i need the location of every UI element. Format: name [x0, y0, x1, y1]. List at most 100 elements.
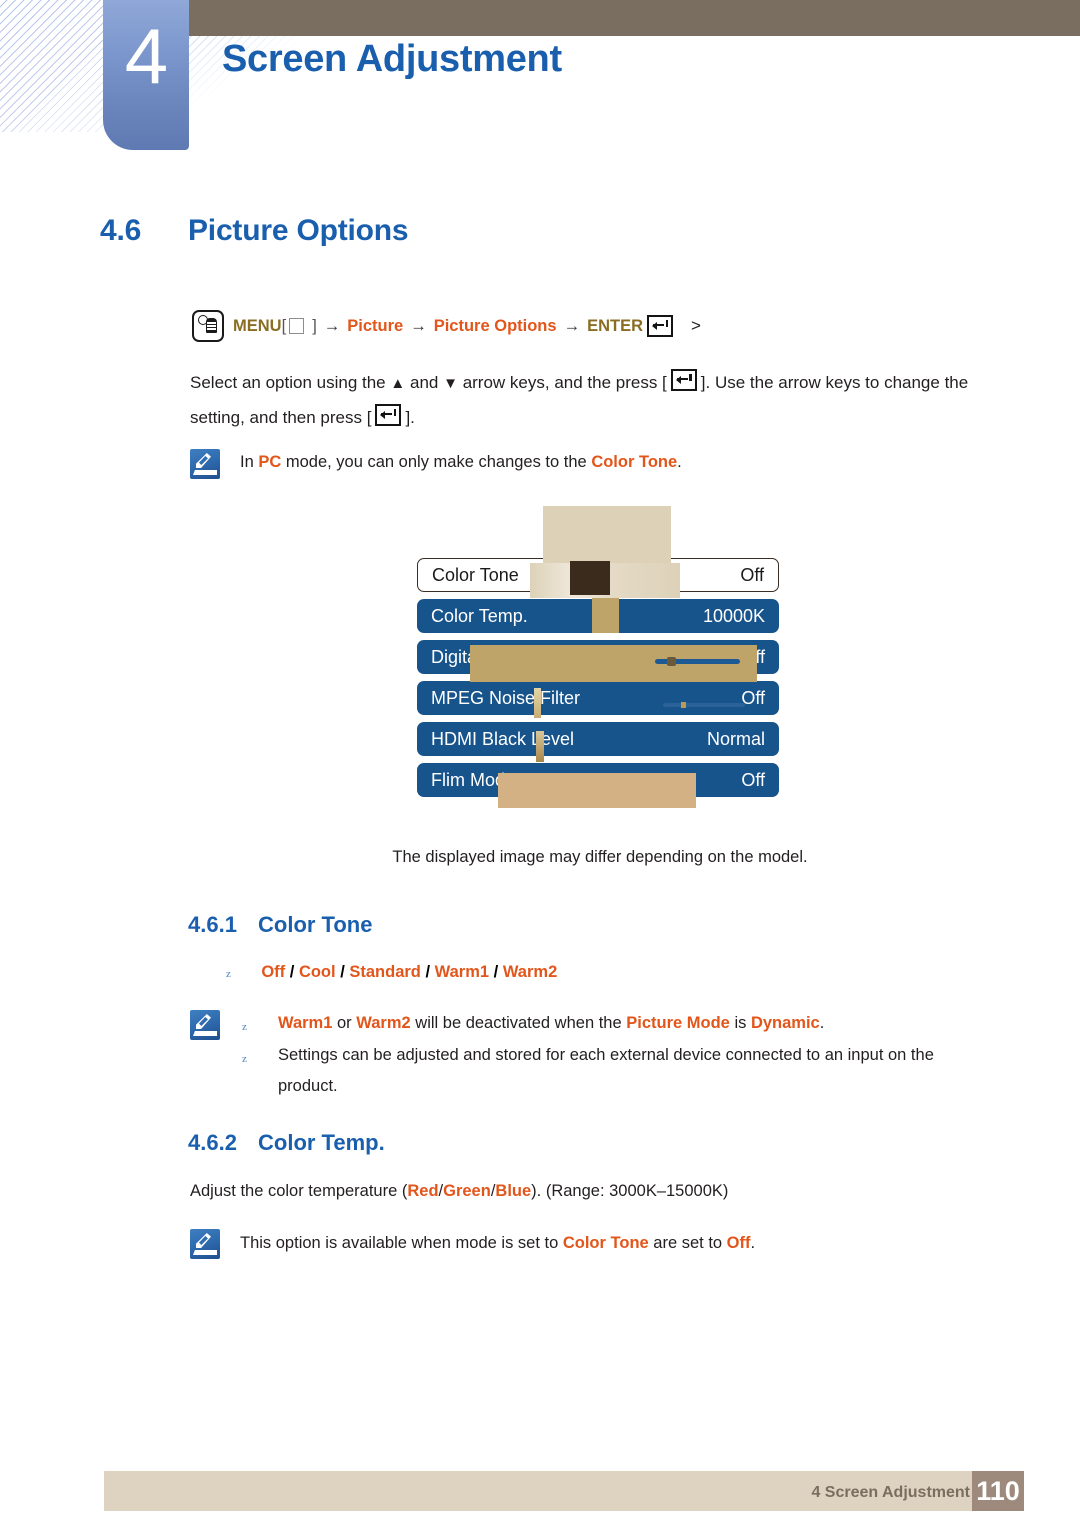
note-pen-icon [190, 449, 220, 479]
section-number: 4.6 [100, 214, 142, 247]
subsection-2-title: Color Temp. [258, 1130, 385, 1155]
list-bullet: z [242, 1021, 247, 1033]
header-bar [180, 0, 1080, 36]
square-key-icon [289, 318, 305, 334]
osd-row-value: Off [741, 687, 765, 708]
breadcrumb: MENU [ ] → Picture → Picture Options → E… [192, 310, 1012, 342]
subsection-1-notes: z Warm1 or Warm2 will be deactivated whe… [242, 1008, 1002, 1102]
arrow-down-icon: ▼ [443, 375, 458, 392]
list-bullet: z [242, 1053, 247, 1065]
note-run: This option is available when mode is se… [240, 1234, 563, 1252]
osd-row-value: Off [741, 769, 765, 790]
instruction-line2-b: ]. [405, 408, 415, 427]
note-text: Warm1 or Warm2 will be deactivated when … [278, 1008, 1002, 1039]
hand-press-icon [192, 310, 224, 342]
osd-row-label: Flim Mode [431, 769, 516, 790]
body-run: Red [407, 1182, 439, 1200]
color-tone-option: Warm1 [434, 963, 490, 981]
body-run: Adjust the color temperature ( [190, 1182, 408, 1200]
note-run: . [750, 1234, 756, 1252]
osd-row-value: Normal [706, 728, 765, 749]
note-pc-c: . [677, 453, 682, 471]
note-item: z Warm1 or Warm2 will be deactivated whe… [242, 1008, 1002, 1039]
color-tone-option: Warm2 [502, 963, 558, 981]
color-tone-option: / [285, 963, 299, 981]
subsection-2-body: Adjust the color temperature (Red/Green/… [190, 1182, 1010, 1201]
color-tone-option: / [420, 963, 435, 981]
osd-row-value: Off [740, 564, 764, 585]
instruction-line1-c: arrow keys, and the press [ [462, 373, 667, 392]
osd-row[interactable]: HDMI Black Level Normal [417, 722, 779, 756]
osd-menu: Color Tone Off Color Temp. 10000K Digital No… [417, 558, 779, 804]
breadcrumb-close-bracket: ] [312, 316, 317, 335]
enter-key-icon [647, 315, 673, 337]
instruction-paragraph: Select an option using the ▲ and ▼ arrow… [190, 366, 1010, 435]
osd-row[interactable]: MPEG Noise Filter Off [417, 681, 779, 715]
subsection-1-title: Color Tone [258, 912, 373, 937]
breadcrumb-open-bracket: [ [281, 316, 287, 335]
breadcrumb-arrow-1: → [323, 316, 341, 335]
subsection-2-note: This option is available when mode is se… [240, 1228, 1000, 1259]
breadcrumb-arrow-3: → [563, 316, 581, 335]
note-run: Settings can be adjusted and stored for … [278, 1046, 934, 1095]
breadcrumb-step-picture-options: Picture Options [433, 316, 557, 335]
note-run: Warm1 [278, 1014, 333, 1032]
note-pc-color-tone: Color Tone [591, 453, 678, 471]
osd-row[interactable]: Color Tone Off [417, 558, 779, 592]
note-run: or [332, 1014, 357, 1032]
breadcrumb-step-enter: ENTER [587, 316, 643, 335]
note-pc-mode: In PC mode, you can only make changes to… [240, 447, 1000, 478]
section-title: Picture Options [188, 214, 409, 247]
note-pc-keyword: PC [258, 453, 282, 471]
osd-row-value: 10000K [702, 605, 765, 626]
enter-key-icon [670, 369, 697, 391]
note-run: Off [726, 1234, 751, 1252]
list-bullet: z [226, 968, 231, 980]
note-run: Warm2 [356, 1014, 411, 1032]
note-pen-icon [190, 1229, 220, 1259]
footer-page-number: 110 [972, 1471, 1024, 1511]
section-heading: 4.6 Picture Options [100, 214, 1000, 248]
color-tone-option: / [489, 963, 503, 981]
note-run: will be deactivated when the [410, 1014, 627, 1032]
osd-row-label: Color Temp. [431, 605, 528, 626]
instruction-line1-d: ]. Use the arrow keys to change the [700, 373, 969, 392]
color-tone-option: / [335, 963, 350, 981]
chapter-number-badge: 4 [103, 0, 189, 150]
instruction-line1-b: and [409, 373, 439, 392]
enter-key-icon [375, 404, 402, 426]
note-text: Settings can be adjusted and stored for … [278, 1040, 990, 1102]
color-tone-option: Off [261, 963, 286, 981]
body-run: Blue [495, 1182, 532, 1200]
osd-menu-title: ons [435, 506, 469, 529]
breadcrumb-arrow-2: → [410, 316, 427, 335]
note-run: Dynamic [750, 1014, 820, 1032]
footer-chapter-label: 4 Screen Adjustment [811, 1484, 970, 1501]
instruction-line2-a: setting, and then press [ [190, 408, 372, 427]
breadcrumb-trailing: > [691, 316, 701, 335]
note-run: Picture Mode [626, 1014, 730, 1032]
chapter-title: Screen Adjustment [222, 38, 562, 80]
arrow-up-icon: ▲ [390, 375, 406, 392]
note-item: z Settings can be adjusted and stored fo… [242, 1040, 1002, 1102]
osd-row-value: Off [741, 646, 765, 667]
color-tone-option: Standard [349, 963, 421, 981]
note-run: is [729, 1014, 751, 1032]
color-tone-options-row: z Off / Cool / Standard / Warm1 / Warm2 [226, 963, 1006, 982]
note-run: are set to [648, 1234, 727, 1252]
note-pen-icon [190, 1010, 220, 1040]
note-pc-a: In [240, 453, 259, 471]
subsection-heading-1: 4.6.1 Color Tone [188, 912, 1008, 938]
osd-row[interactable]: Digital Noise Filter Off [417, 640, 779, 674]
osd-row[interactable]: Flim Mode Off [417, 763, 779, 797]
osd-row-label: MPEG Noise Filter [431, 687, 581, 708]
figure-caption: The displayed image may differ depending… [392, 848, 808, 866]
breadcrumb-step-picture: Picture [347, 316, 404, 335]
subsection-2-number: 4.6.2 [188, 1130, 237, 1155]
color-tone-option: Cool [298, 963, 336, 981]
subsection-1-number: 4.6.1 [188, 912, 237, 937]
osd-row-label: Color Tone [432, 564, 519, 585]
breadcrumb-menu-label: MENU [233, 316, 282, 335]
subsection-heading-2: 4.6.2 Color Temp. [188, 1130, 1008, 1156]
osd-row[interactable]: Color Temp. 10000K [417, 599, 779, 633]
